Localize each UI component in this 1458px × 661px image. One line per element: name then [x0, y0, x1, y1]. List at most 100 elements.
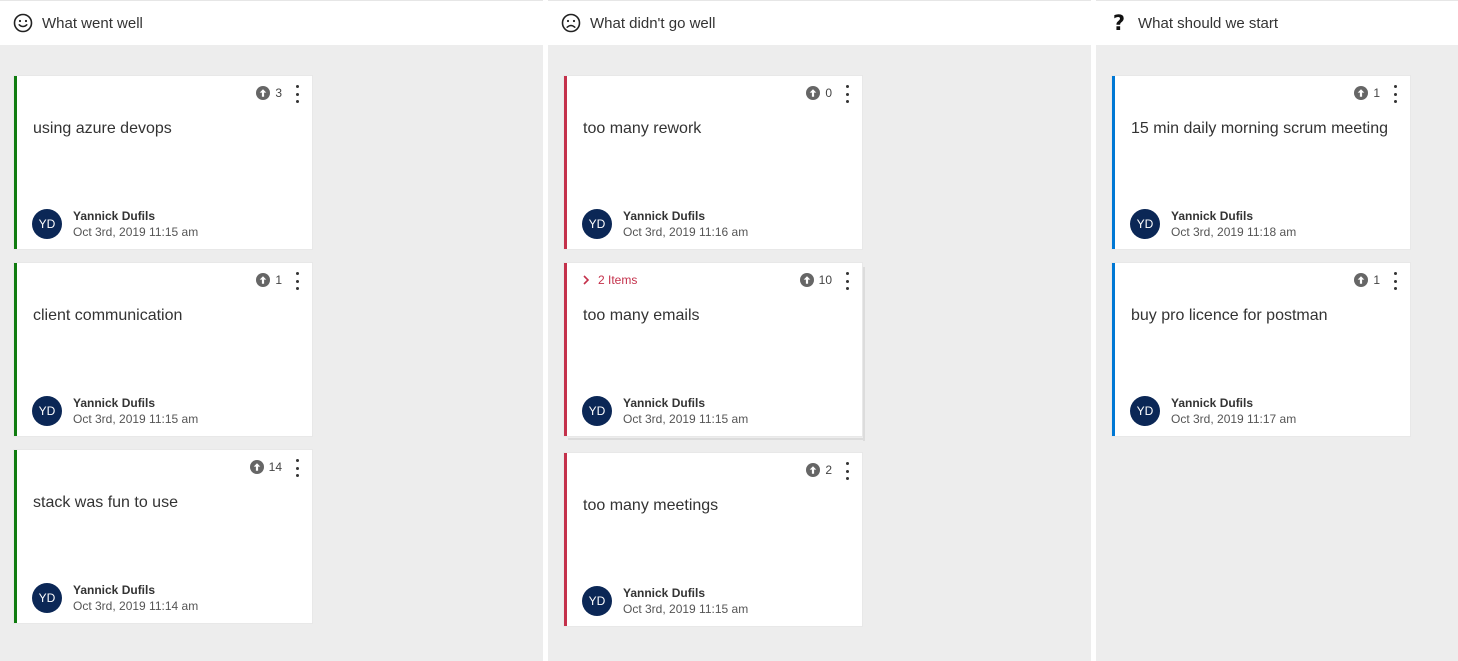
author-name: Yannick Dufils	[73, 583, 156, 597]
card-author: YD Yannick Dufils Oct 3rd, 2019 11:18 am	[1130, 209, 1296, 239]
stacked-card-edge	[568, 438, 865, 440]
upvote-icon	[256, 273, 271, 287]
question-mark-icon: ?	[1112, 10, 1126, 35]
card-accent-bar	[14, 76, 17, 249]
card-accent-bar	[564, 263, 567, 436]
smile-icon	[12, 12, 34, 34]
upvote-icon	[249, 460, 264, 474]
more-options-icon[interactable]	[1392, 272, 1398, 290]
card-text: client communication	[33, 307, 183, 324]
upvote-button[interactable]: 10	[799, 273, 832, 287]
card-text: 15 min daily morning scrum meeting	[1131, 120, 1388, 137]
upvote-button[interactable]: 14	[249, 460, 282, 474]
more-options-icon[interactable]	[844, 462, 850, 480]
author-name: Yannick Dufils	[623, 396, 706, 410]
upvote-button[interactable]: 1	[256, 273, 282, 287]
author-name: Yannick Dufils	[73, 209, 156, 223]
upvote-button[interactable]: 2	[806, 463, 832, 477]
author-name: Yannick Dufils	[623, 586, 706, 600]
more-options-icon[interactable]	[294, 85, 300, 103]
column-header: What went well	[0, 1, 543, 45]
avatar: YD	[1130, 396, 1160, 426]
author-name: Yannick Dufils	[1171, 396, 1254, 410]
feedback-card[interactable]: 1 15 min daily morning scrum meeting YD …	[1112, 76, 1410, 249]
frown-icon	[560, 12, 582, 34]
column-header: What didn't go well	[548, 1, 1091, 45]
vote-count: 1	[1373, 86, 1380, 100]
avatar: YD	[582, 586, 612, 616]
column-title: What should we start	[1138, 14, 1279, 32]
upvote-icon	[1354, 273, 1369, 287]
card-date: Oct 3rd, 2019 11:15 am	[623, 412, 749, 426]
card-text: too many emails	[583, 307, 700, 324]
avatar: YD	[32, 583, 62, 613]
column-what-should-we-start: ? What should we start 1 15 min daily mo…	[1096, 0, 1458, 661]
chevron-right-icon	[583, 275, 590, 285]
more-options-icon[interactable]	[844, 272, 850, 290]
card-accent-bar	[14, 263, 17, 436]
grouped-feedback-card[interactable]: 2 Items 10 too many emails YD Yannick Du…	[564, 263, 862, 436]
card-accent-bar	[1112, 263, 1115, 436]
card-date: Oct 3rd, 2019 11:15 am	[73, 412, 199, 426]
upvote-icon	[799, 273, 814, 287]
card-text: stack was fun to use	[33, 494, 178, 511]
card-accent-bar	[14, 450, 17, 623]
vote-count: 0	[825, 86, 832, 100]
avatar: YD	[1130, 209, 1160, 239]
upvote-button[interactable]: 1	[1354, 273, 1380, 287]
vote-count: 3	[275, 86, 282, 100]
card-date: Oct 3rd, 2019 11:18 am	[1171, 225, 1297, 239]
column-what-went-well: What went well 3 using azure devops YD Y…	[0, 0, 543, 661]
vote-count: 1	[1373, 273, 1380, 287]
avatar: YD	[32, 209, 62, 239]
card-author: YD Yannick Dufils Oct 3rd, 2019 11:17 am	[1130, 396, 1296, 426]
feedback-card[interactable]: 2 too many meetings YD Yannick Dufils Oct…	[564, 453, 862, 626]
card-text: using azure devops	[33, 120, 172, 137]
feedback-card[interactable]: 1 client communication YD Yannick Dufils…	[14, 263, 312, 436]
card-text: too many rework	[583, 120, 702, 137]
more-options-icon[interactable]	[294, 459, 300, 477]
card-date: Oct 3rd, 2019 11:17 am	[1171, 412, 1297, 426]
card-accent-bar	[564, 453, 567, 626]
more-options-icon[interactable]	[1392, 85, 1398, 103]
card-date: Oct 3rd, 2019 11:14 am	[73, 599, 199, 613]
card-date: Oct 3rd, 2019 11:15 am	[73, 225, 199, 239]
card-author: YD Yannick Dufils Oct 3rd, 2019 11:15 am	[32, 396, 198, 426]
feedback-card[interactable]: 1 buy pro licence for postman YD Yannick…	[1112, 263, 1410, 436]
upvote-button[interactable]: 1	[1354, 86, 1380, 100]
upvote-icon	[1354, 86, 1369, 100]
vote-count: 2	[825, 463, 832, 477]
stacked-card-edge	[863, 267, 865, 441]
upvote-icon	[806, 86, 821, 100]
upvote-icon	[806, 463, 821, 477]
upvote-button[interactable]: 0	[806, 86, 832, 100]
feedback-card[interactable]: 0 too many rework YD Yannick Dufils Oct 3…	[564, 76, 862, 249]
card-date: Oct 3rd, 2019 11:15 am	[623, 602, 749, 616]
card-accent-bar	[1112, 76, 1115, 249]
avatar: YD	[582, 396, 612, 426]
feedback-card[interactable]: 14 stack was fun to use YD Yannick Dufil…	[14, 450, 312, 623]
card-author: YD Yannick Dufils Oct 3rd, 2019 11:15 am	[582, 586, 748, 616]
upvote-icon	[256, 86, 271, 100]
author-name: Yannick Dufils	[1171, 209, 1254, 223]
more-options-icon[interactable]	[844, 85, 850, 103]
more-options-icon[interactable]	[294, 272, 300, 290]
feedback-card[interactable]: 3 using azure devops YD Yannick Dufils Oc…	[14, 76, 312, 249]
avatar: YD	[32, 396, 62, 426]
column-header: ? What should we start	[1096, 1, 1458, 45]
expand-group-button[interactable]: 2 Items	[580, 273, 637, 287]
card-author: YD Yannick Dufils Oct 3rd, 2019 11:14 am	[32, 583, 198, 613]
vote-count: 10	[818, 273, 832, 287]
card-text: buy pro licence for postman	[1131, 307, 1328, 324]
upvote-button[interactable]: 3	[256, 86, 282, 100]
card-author: YD Yannick Dufils Oct 3rd, 2019 11:15 am	[582, 396, 748, 426]
group-count-label: 2 Items	[598, 273, 638, 287]
card-author: YD Yannick Dufils Oct 3rd, 2019 11:15 am	[32, 209, 198, 239]
column-title: What didn't go well	[590, 14, 716, 32]
card-text: too many meetings	[583, 497, 719, 514]
column-title: What went well	[42, 14, 143, 32]
vote-count: 14	[268, 460, 282, 474]
vote-count: 1	[275, 273, 282, 287]
column-what-didnt-go-well: What didn't go well 0 too many rework YD…	[548, 0, 1091, 661]
author-name: Yannick Dufils	[623, 209, 706, 223]
